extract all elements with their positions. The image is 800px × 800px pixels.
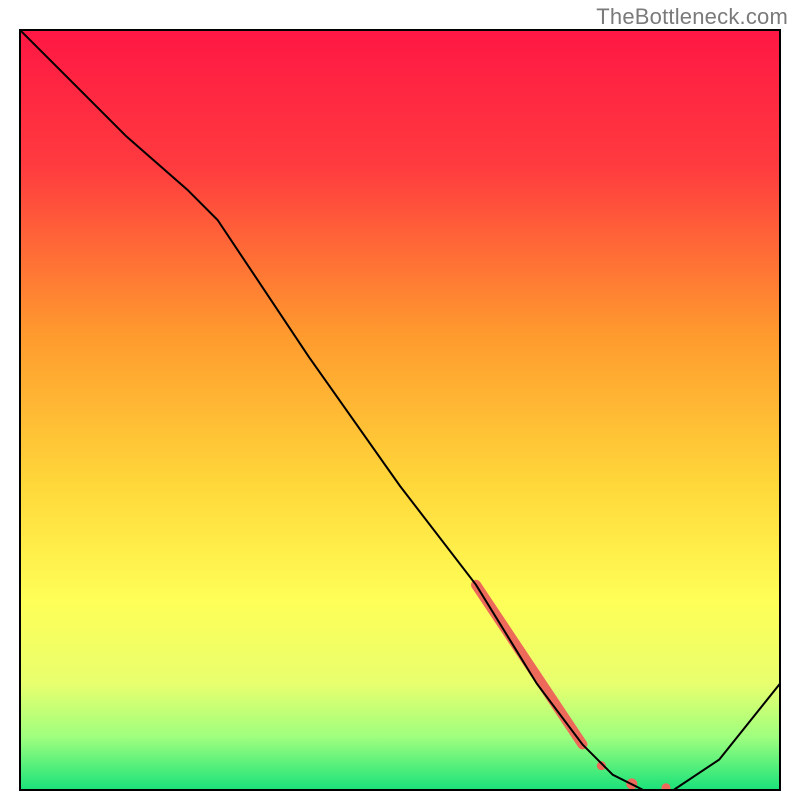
chart-container: TheBottleneck.com	[0, 0, 800, 800]
watermark-label: TheBottleneck.com	[596, 4, 788, 30]
bottleneck-chart	[0, 0, 800, 800]
